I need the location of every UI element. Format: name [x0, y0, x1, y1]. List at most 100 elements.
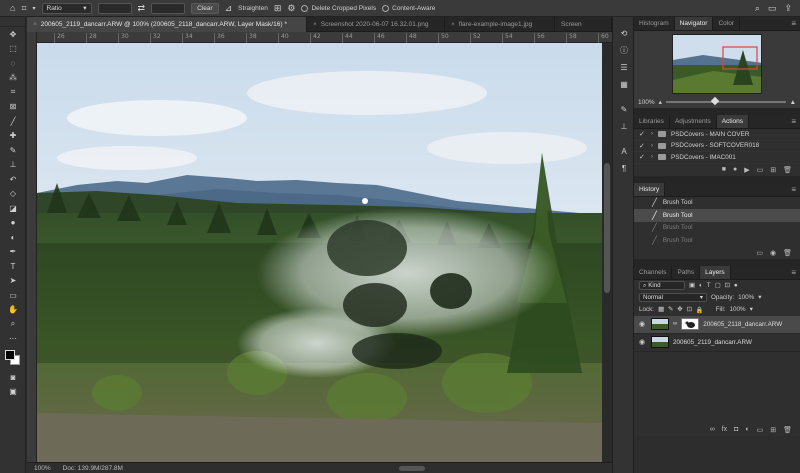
- tab-histogram[interactable]: Histogram: [634, 17, 675, 30]
- expand-arrow-icon[interactable]: ›: [651, 131, 653, 137]
- navigator-thumbnail[interactable]: [672, 33, 762, 94]
- layer-mask-thumbnail[interactable]: [681, 318, 700, 330]
- action-set-row[interactable]: ✓ › PSDCovers - SOFTCOVER018: [634, 140, 800, 152]
- history-brush-tool-icon[interactable]: ↶: [0, 172, 26, 187]
- trash-icon[interactable]: 🗑: [783, 249, 792, 257]
- expand-arrow-icon[interactable]: ›: [651, 154, 653, 160]
- lasso-tool-icon[interactable]: ◌: [0, 56, 26, 71]
- history-panel-icon[interactable]: ⟲: [613, 25, 635, 42]
- panel-menu-icon[interactable]: ≡: [791, 183, 800, 196]
- type-filter-icon[interactable]: T: [707, 282, 711, 289]
- more-tools-icon[interactable]: ⋯: [0, 332, 26, 347]
- home-icon[interactable]: ⌂: [10, 3, 15, 13]
- navigator-zoom-value[interactable]: 100%: [638, 99, 655, 106]
- marquee-tool-icon[interactable]: ⬚: [0, 42, 26, 57]
- eye-icon[interactable]: ◉: [639, 320, 647, 328]
- tab-actions[interactable]: Actions: [716, 115, 750, 128]
- blend-mode-select[interactable]: Normal ▾: [639, 293, 707, 302]
- ratio-select[interactable]: Ratio ▾: [41, 2, 92, 14]
- horizontal-scrollbar-thumb[interactable]: [399, 466, 425, 471]
- expand-arrow-icon[interactable]: ›: [651, 143, 653, 149]
- quick-mask-icon[interactable]: ◙: [0, 370, 26, 385]
- vertical-scrollbar[interactable]: [602, 43, 612, 462]
- shape-filter-icon[interactable]: ▢: [715, 282, 721, 289]
- document-canvas[interactable]: [37, 43, 602, 462]
- kind-filter-select[interactable]: ⌕ Kind: [639, 281, 685, 290]
- layer-row[interactable]: ◉ ∞ 200605_2118_dancarr.ARW: [634, 315, 800, 334]
- info-panel-icon[interactable]: ⓘ: [613, 42, 635, 59]
- link-layers-icon[interactable]: ∞: [710, 426, 715, 433]
- tab-document-4[interactable]: Screen: [555, 17, 612, 32]
- paint-bucket-tool-icon[interactable]: ◪: [0, 201, 26, 216]
- tab-libraries[interactable]: Libraries: [634, 115, 670, 128]
- gear-icon[interactable]: ⚙: [287, 3, 295, 14]
- stop-icon[interactable]: ■: [722, 166, 726, 173]
- grid-overlay-icon[interactable]: ⊞: [274, 3, 282, 14]
- tab-document-3[interactable]: × flare-example-image1.jpg: [445, 17, 555, 32]
- move-tool-icon[interactable]: ✥: [0, 27, 26, 42]
- history-state-row[interactable]: ╱ Brush Tool: [634, 209, 800, 222]
- slider-knob[interactable]: [710, 96, 720, 106]
- character-panel-icon[interactable]: A: [613, 143, 635, 160]
- chevron-down-icon[interactable]: ▾: [33, 5, 36, 12]
- tools-grip[interactable]: [0, 17, 25, 27]
- zoom-tool-icon[interactable]: ⌕: [0, 317, 26, 332]
- close-icon[interactable]: ×: [451, 21, 455, 28]
- zoom-out-icon[interactable]: ▴: [659, 98, 662, 106]
- workspace-icon[interactable]: ▭: [768, 3, 777, 14]
- action-set-row[interactable]: ✓ › PSDCovers - IMAC001: [634, 152, 800, 164]
- crop-tool-icon[interactable]: ⌗: [0, 85, 26, 100]
- clear-button[interactable]: Clear: [191, 2, 219, 14]
- checkmark-icon[interactable]: ✓: [639, 130, 646, 138]
- opacity-value[interactable]: 100%: [738, 294, 754, 301]
- tab-layers[interactable]: Layers: [700, 265, 731, 279]
- clone-source-panel-icon[interactable]: ⊥: [613, 118, 635, 135]
- shape-tool-icon[interactable]: ▭: [0, 288, 26, 303]
- clone-stamp-tool-icon[interactable]: ⊥: [0, 158, 26, 173]
- eraser-tool-icon[interactable]: ◇: [0, 187, 26, 202]
- tab-adjustments[interactable]: Adjustments: [670, 115, 717, 128]
- height-field[interactable]: [151, 2, 186, 14]
- content-aware-checkbox[interactable]: Content-Aware: [382, 4, 435, 12]
- screen-mode-icon[interactable]: ▣: [0, 385, 26, 400]
- eye-icon[interactable]: ◉: [639, 338, 647, 346]
- checkmark-icon[interactable]: ✓: [639, 153, 646, 161]
- path-select-tool-icon[interactable]: ➤: [0, 274, 26, 289]
- adjustment-filter-icon[interactable]: ◐: [699, 282, 703, 289]
- search-icon[interactable]: ⌕: [755, 3, 760, 14]
- tab-paths[interactable]: Paths: [672, 265, 701, 279]
- new-layer-icon[interactable]: ⊞: [770, 426, 776, 434]
- close-icon[interactable]: ×: [33, 21, 37, 28]
- history-state-row[interactable]: ╱ Brush Tool: [634, 234, 800, 247]
- lock-image-icon[interactable]: ✎: [668, 306, 673, 313]
- pen-tool-icon[interactable]: ✒: [0, 245, 26, 260]
- lock-all-icon[interactable]: 🔒: [696, 306, 704, 314]
- play-icon[interactable]: ▶: [744, 166, 749, 174]
- dodge-tool-icon[interactable]: ◐: [0, 230, 26, 245]
- new-set-icon[interactable]: ▭: [757, 166, 764, 174]
- record-icon[interactable]: ●: [733, 166, 737, 173]
- chevron-down-icon[interactable]: ▾: [750, 306, 753, 313]
- tab-navigator[interactable]: Navigator: [674, 17, 714, 30]
- new-action-icon[interactable]: ⊞: [770, 166, 776, 174]
- layer-style-icon[interactable]: fx: [722, 426, 727, 433]
- healing-brush-tool-icon[interactable]: ✚: [0, 129, 26, 144]
- width-field[interactable]: [97, 2, 132, 14]
- layer-row[interactable]: ◉ 200605_2119_dancarr.ARW: [634, 333, 800, 352]
- navigator-preview[interactable]: [634, 31, 800, 96]
- quick-select-tool-icon[interactable]: ⁂: [0, 71, 26, 86]
- chevron-down-icon[interactable]: ▾: [758, 294, 761, 301]
- crop-tool-icon[interactable]: ⌗: [21, 3, 26, 14]
- panel-menu-icon[interactable]: ≡: [791, 17, 800, 30]
- tab-history[interactable]: History: [634, 182, 666, 196]
- fill-value[interactable]: 100%: [730, 306, 746, 313]
- lock-position-icon[interactable]: ✥: [677, 306, 682, 313]
- delete-cropped-checkbox[interactable]: Delete Cropped Pixels: [301, 4, 376, 12]
- panel-menu-icon[interactable]: ≡: [791, 266, 800, 279]
- color-swatches[interactable]: [0, 348, 25, 370]
- close-icon[interactable]: ×: [313, 21, 317, 28]
- tab-channels[interactable]: Channels: [634, 265, 673, 279]
- filter-toggle-icon[interactable]: ●: [734, 282, 738, 289]
- new-group-icon[interactable]: ▭: [757, 426, 764, 434]
- doc-size[interactable]: Doc: 139.9M/287.8M: [63, 465, 123, 472]
